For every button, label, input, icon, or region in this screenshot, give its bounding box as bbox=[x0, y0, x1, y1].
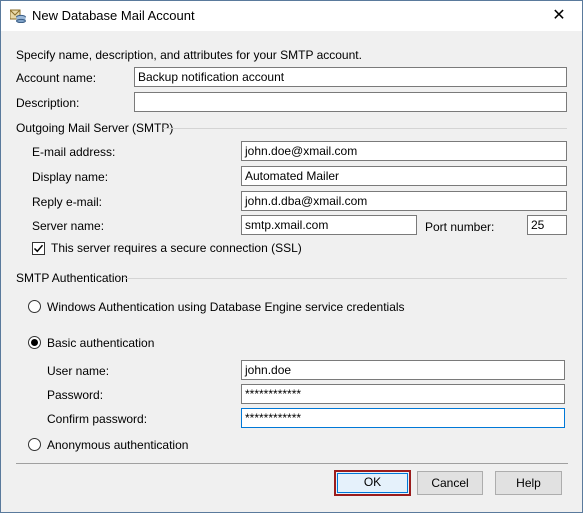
basic-auth-label[interactable]: Basic authentication bbox=[47, 336, 154, 350]
account-name-input[interactable]: Backup notification account bbox=[134, 67, 567, 87]
user-name-input[interactable]: john.doe bbox=[241, 360, 565, 380]
help-button[interactable]: Help bbox=[495, 471, 562, 495]
windows-auth-label[interactable]: Windows Authentication using Database En… bbox=[47, 300, 405, 314]
smtp-auth-group-label: SMTP Authentication bbox=[16, 271, 128, 285]
reply-email-input[interactable]: john.d.dba@xmail.com bbox=[241, 191, 567, 211]
port-number-label: Port number: bbox=[425, 220, 495, 234]
anonymous-auth-radio[interactable] bbox=[28, 438, 41, 451]
window-title: New Database Mail Account bbox=[32, 8, 195, 23]
ssl-label[interactable]: This server requires a secure connection… bbox=[51, 241, 302, 255]
account-name-label: Account name: bbox=[16, 71, 97, 85]
ok-button[interactable]: OK bbox=[334, 470, 411, 496]
server-name-input[interactable]: smtp.xmail.com bbox=[241, 215, 417, 235]
email-input[interactable]: john.doe@xmail.com bbox=[241, 141, 567, 161]
password-label: Password: bbox=[47, 388, 104, 402]
anonymous-auth-label[interactable]: Anonymous authentication bbox=[47, 438, 188, 452]
smtp-group-label: Outgoing Mail Server (SMTP) bbox=[16, 121, 174, 135]
close-icon[interactable]: ✕ bbox=[536, 1, 582, 31]
dialog-window: New Database Mail Account ✕ Specify name… bbox=[0, 0, 583, 513]
checkmark-icon bbox=[33, 244, 44, 253]
database-mail-icon bbox=[10, 9, 26, 23]
button-separator bbox=[16, 463, 568, 464]
description-label: Description: bbox=[16, 96, 80, 110]
confirm-password-input[interactable]: ************ bbox=[241, 408, 565, 428]
user-name-label: User name: bbox=[47, 364, 110, 378]
intro-text: Specify name, description, and attribute… bbox=[16, 48, 362, 62]
port-number-input[interactable]: 25 bbox=[527, 215, 567, 235]
email-label: E-mail address: bbox=[32, 145, 116, 159]
display-name-label: Display name: bbox=[32, 170, 109, 184]
password-input[interactable]: ************ bbox=[241, 384, 565, 404]
smtp-auth-group-divider bbox=[125, 278, 567, 279]
description-input[interactable] bbox=[134, 92, 567, 112]
cancel-button[interactable]: Cancel bbox=[417, 471, 483, 495]
windows-auth-radio[interactable] bbox=[28, 300, 41, 313]
confirm-password-label: Confirm password: bbox=[47, 412, 148, 426]
title-bar: New Database Mail Account ✕ bbox=[1, 1, 582, 31]
reply-email-label: Reply e-mail: bbox=[32, 195, 103, 209]
smtp-group-divider bbox=[163, 128, 567, 129]
display-name-input[interactable]: Automated Mailer bbox=[241, 166, 567, 186]
ssl-checkbox[interactable] bbox=[32, 242, 45, 255]
server-name-label: Server name: bbox=[32, 219, 105, 233]
ok-button-label: OK bbox=[363, 475, 382, 489]
basic-auth-radio[interactable] bbox=[28, 336, 41, 349]
